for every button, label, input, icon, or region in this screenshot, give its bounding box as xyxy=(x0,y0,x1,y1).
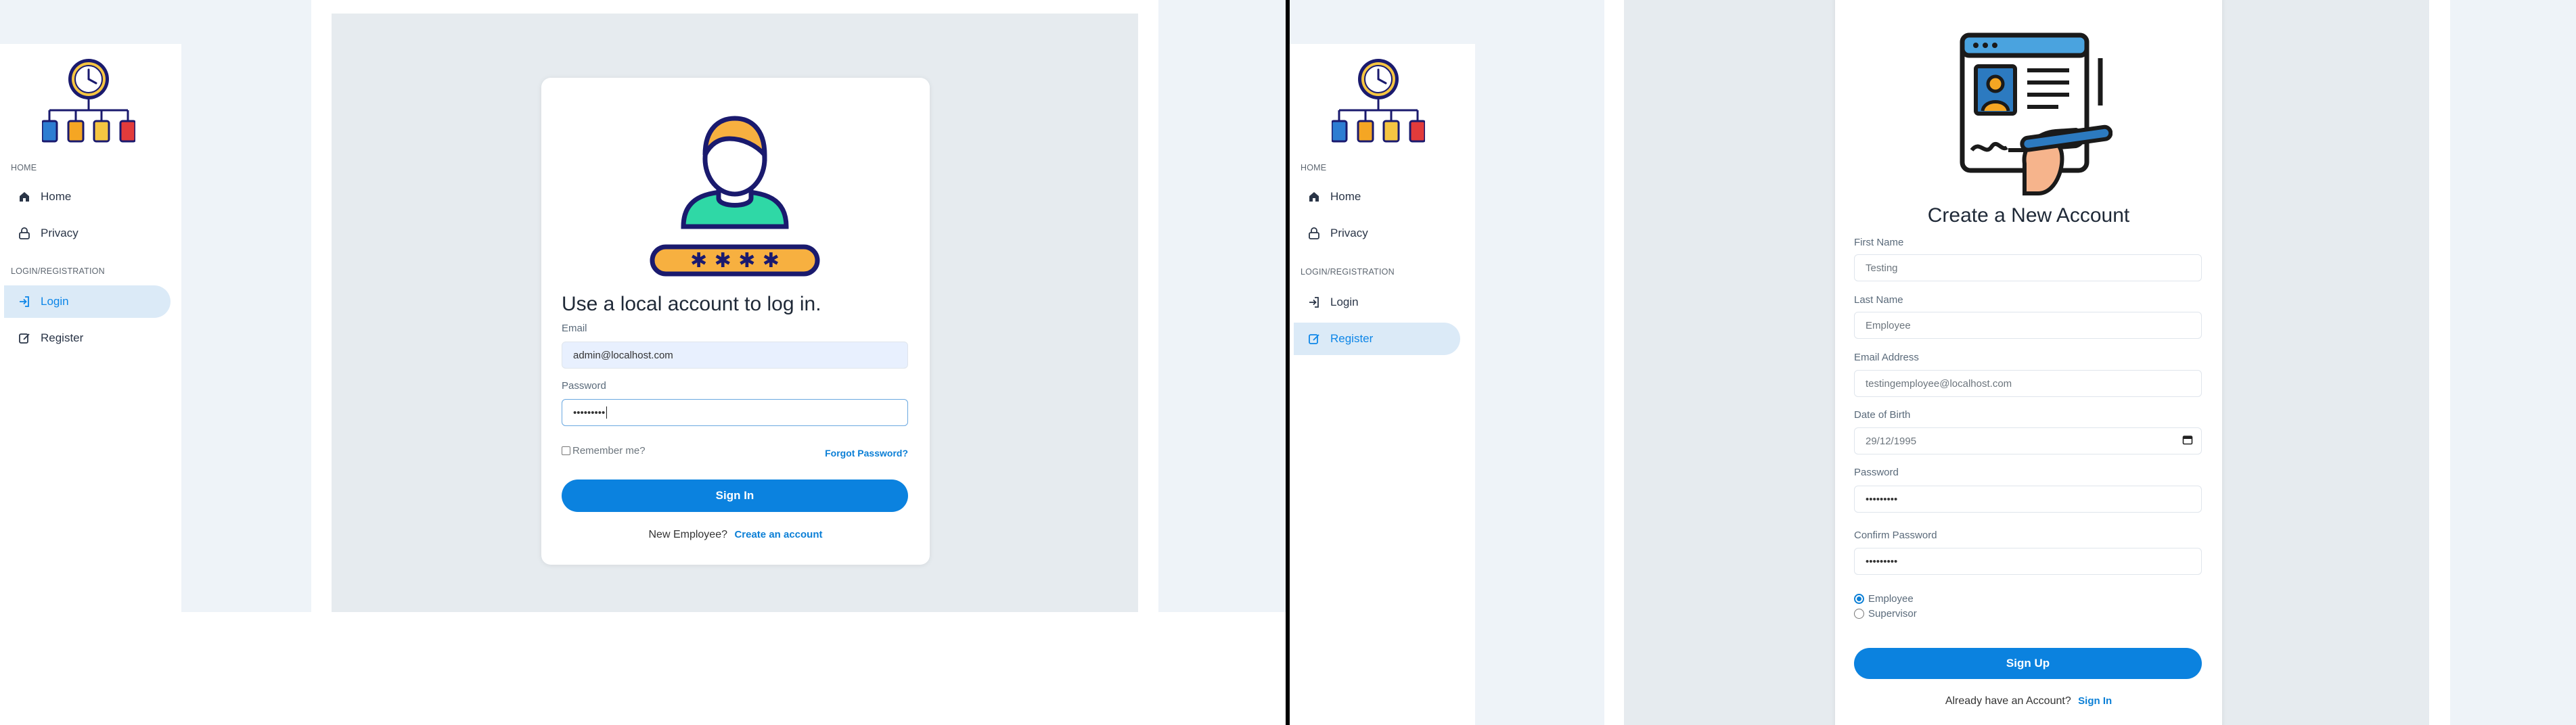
sidebar-item-label: Home xyxy=(1330,190,1361,203)
radio-selected[interactable] xyxy=(1854,594,1864,604)
edit-icon xyxy=(1307,332,1321,346)
sidebar-item-label: Login xyxy=(1330,296,1359,308)
sidebar-item-register[interactable]: Register xyxy=(4,322,171,354)
role-option-employee[interactable]: Employee xyxy=(1854,593,1914,605)
password-field[interactable]: ••••••••• xyxy=(1854,486,2202,513)
password-value: ••••••••• xyxy=(573,406,606,419)
user-password-icon: ✱ ✱ ✱ ✱ xyxy=(648,112,821,279)
dob-field[interactable]: 29/12/1995 xyxy=(1854,427,2202,454)
nav-section-home: HOME xyxy=(1301,163,1327,172)
sidebar-item-home[interactable]: Home xyxy=(1294,181,1460,213)
org-chart-clock-logo xyxy=(1330,57,1426,144)
sidebar-item-login[interactable]: Login xyxy=(4,285,171,318)
login-icon xyxy=(18,295,31,308)
new-employee-row: New Employee? Create an account xyxy=(541,529,930,541)
register-screenshot-panel: HOME Home Privacy LOGIN/REGISTRATION Log… xyxy=(1290,0,2576,725)
sidebar-item-label: Register xyxy=(41,331,84,344)
have-account-text: Already have an Account? xyxy=(1945,695,2071,707)
create-account-link[interactable]: Create an account xyxy=(734,529,822,540)
top-strip xyxy=(1290,0,1475,44)
radio-unselected[interactable] xyxy=(1854,609,1864,619)
role-option-label: Employee xyxy=(1868,593,1914,605)
sign-in-button[interactable]: Sign In xyxy=(562,480,908,512)
email-label: Email Address xyxy=(1854,352,1919,363)
sidebar-item-privacy[interactable]: Privacy xyxy=(4,217,171,250)
text-cursor xyxy=(606,406,608,419)
password-label: Password xyxy=(1854,467,1899,478)
sidebar-item-label: Home xyxy=(41,190,72,203)
lock-icon xyxy=(1307,227,1321,240)
register-card: Create a New Account First Name Testing … xyxy=(1835,0,2222,725)
email-field[interactable]: admin@localhost.com xyxy=(562,342,908,369)
last-name-label: Last Name xyxy=(1854,294,1903,306)
sidebar: HOME Home Privacy LOGIN/REGISTRATION Log… xyxy=(0,44,181,612)
lock-icon xyxy=(18,227,31,240)
email-field[interactable]: testingemployee@localhost.com xyxy=(1854,370,2202,397)
nav-section-login-registration: LOGIN/REGISTRATION xyxy=(11,266,105,276)
nav-section-home: HOME xyxy=(11,163,37,172)
home-icon xyxy=(18,190,31,204)
email-label: Email xyxy=(562,323,587,334)
nav-section-login-registration: LOGIN/REGISTRATION xyxy=(1301,267,1395,277)
sidebar-item-home[interactable]: Home xyxy=(4,181,171,213)
confirm-password-label: Confirm Password xyxy=(1854,530,1937,541)
login-card: ✱ ✱ ✱ ✱ Use a local account to log in. E… xyxy=(541,78,930,565)
last-name-field[interactable]: Employee xyxy=(1854,312,2202,339)
sign-in-link[interactable]: Sign In xyxy=(2078,695,2112,707)
sidebar-item-login[interactable]: Login xyxy=(1294,286,1460,319)
login-title: Use a local account to log in. xyxy=(562,293,821,315)
sign-up-button[interactable]: Sign Up xyxy=(1854,648,2202,679)
first-name-field[interactable]: Testing xyxy=(1854,254,2202,281)
dob-label: Date of Birth xyxy=(1854,409,1911,421)
role-option-supervisor[interactable]: Supervisor xyxy=(1854,608,1917,619)
sidebar-item-privacy[interactable]: Privacy xyxy=(1294,217,1460,250)
forgot-password-link[interactable]: Forgot Password? xyxy=(825,448,908,459)
role-option-label: Supervisor xyxy=(1868,608,1917,619)
sidebar: HOME Home Privacy LOGIN/REGISTRATION Log… xyxy=(1290,44,1471,725)
remember-me-label: Remember me? xyxy=(572,445,646,457)
sidebar-item-label: Login xyxy=(41,295,69,308)
home-icon xyxy=(1307,190,1321,204)
svg-text:✱ ✱ ✱ ✱: ✱ ✱ ✱ ✱ xyxy=(690,249,779,273)
sidebar-item-label: Privacy xyxy=(1330,227,1368,239)
password-field[interactable]: ••••••••• xyxy=(562,399,908,426)
dob-value: 29/12/1995 xyxy=(1866,435,1917,447)
page-background-right xyxy=(1158,0,1286,612)
password-label: Password xyxy=(562,380,606,392)
remember-me-checkbox[interactable] xyxy=(562,446,570,455)
edit-icon xyxy=(18,331,31,345)
sidebar-item-register[interactable]: Register xyxy=(1294,323,1460,355)
register-title: Create a New Account xyxy=(1927,204,2130,227)
already-have-account-row: Already have an Account? Sign In xyxy=(1835,695,2222,707)
remember-me[interactable]: Remember me? xyxy=(562,445,646,457)
login-icon xyxy=(1307,296,1321,309)
page-background-left xyxy=(181,0,311,612)
login-screenshot-panel: HOME Home Privacy LOGIN/REGISTRATION Log… xyxy=(0,0,1286,725)
top-strip xyxy=(0,0,181,44)
sidebar-item-label: Register xyxy=(1330,332,1374,345)
org-chart-clock-logo xyxy=(41,57,137,144)
new-employee-text: New Employee? xyxy=(648,529,728,540)
first-name-label: First Name xyxy=(1854,237,1904,248)
calendar-icon[interactable] xyxy=(2182,434,2193,448)
signing-document-icon xyxy=(1957,31,2113,197)
confirm-password-field[interactable]: ••••••••• xyxy=(1854,548,2202,575)
sidebar-item-label: Privacy xyxy=(41,227,78,239)
